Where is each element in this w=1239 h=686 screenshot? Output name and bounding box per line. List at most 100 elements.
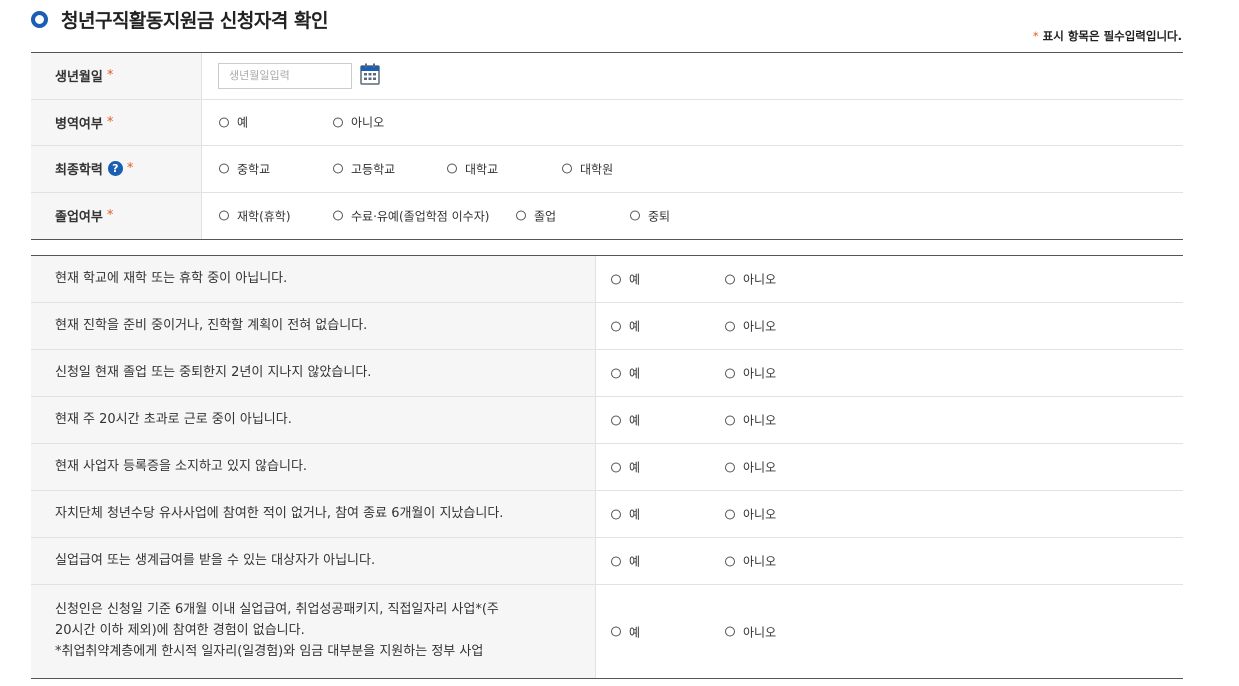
answer-yes-radio[interactable]: 예 bbox=[611, 459, 640, 476]
radio-circle-icon[interactable] bbox=[219, 117, 229, 128]
eligibility-answer-cell: 예 아니오 bbox=[596, 491, 1183, 537]
eligibility-question: 신청인은 신청일 기준 6개월 이내 실업급여, 취업성공패키지, 직접일자리 … bbox=[31, 585, 596, 678]
radio-circle-icon[interactable] bbox=[219, 210, 229, 221]
radio-circle-icon[interactable] bbox=[725, 626, 735, 637]
answer-yes-radio[interactable]: 예 bbox=[611, 318, 640, 335]
birth-label: 생년월일 bbox=[55, 70, 103, 86]
radio-circle-icon[interactable] bbox=[333, 117, 343, 128]
military-yes-radio[interactable]: 예 bbox=[219, 114, 248, 131]
education-label-cell: 최종학력 ? * bbox=[31, 146, 202, 192]
radio-circle-icon[interactable] bbox=[611, 368, 621, 378]
answer-no-radio[interactable]: 아니오 bbox=[725, 412, 776, 429]
radio-circle-icon[interactable] bbox=[447, 163, 457, 174]
help-icon[interactable]: ? bbox=[107, 161, 123, 177]
answer-no-radio[interactable]: 아니오 bbox=[725, 459, 776, 476]
eligibility-question: 실업급여 또는 생계급여를 받을 수 있는 대상자가 아닙니다. bbox=[31, 538, 596, 584]
answer-yes-radio[interactable]: 예 bbox=[611, 553, 640, 570]
radio-circle-icon[interactable] bbox=[611, 626, 621, 637]
graduation-row: 졸업여부 * 재학(휴학) 수료·유예(졸업학점 이수자) 졸업 중퇴 bbox=[31, 192, 1183, 239]
required-note: * 표시 항목은 필수입력입니다. bbox=[1029, 28, 1182, 44]
required-star: * bbox=[106, 208, 114, 224]
birth-date-input[interactable] bbox=[218, 62, 352, 89]
radio-circle-icon[interactable] bbox=[725, 509, 735, 519]
required-star: * bbox=[1032, 29, 1039, 43]
page-title-text: 청년구직활동지원금 신청자격 확인 bbox=[61, 9, 328, 32]
radio-circle-icon[interactable] bbox=[725, 274, 735, 284]
eligibility-row: 신청인은 신청일 기준 6개월 이내 실업급여, 취업성공패키지, 직접일자리 … bbox=[31, 585, 1183, 678]
eligibility-question: 자치단체 청년수당 유사사업에 참여한 적이 없거나, 참여 종료 6개월이 지… bbox=[31, 491, 596, 537]
radio-circle-icon[interactable] bbox=[725, 368, 735, 378]
eligibility-row: 현재 사업자 등록증을 소지하고 있지 않습니다. 예 아니오 bbox=[31, 444, 1183, 491]
radio-circle-icon[interactable] bbox=[611, 321, 621, 331]
answer-yes-radio[interactable]: 예 bbox=[611, 271, 640, 288]
military-options: 예 아니오 bbox=[202, 100, 1183, 146]
radio-circle-icon[interactable] bbox=[611, 509, 621, 519]
radio-circle-icon[interactable] bbox=[333, 163, 343, 174]
required-star: * bbox=[106, 68, 114, 84]
graduation-label: 졸업여부 bbox=[55, 210, 103, 226]
radio-circle-icon[interactable] bbox=[611, 274, 621, 284]
radio-circle-icon[interactable] bbox=[333, 210, 343, 221]
graduation-graduated-radio[interactable]: 졸업 bbox=[516, 207, 556, 224]
radio-circle-icon[interactable] bbox=[725, 556, 735, 566]
education-middle-radio[interactable]: 중학교 bbox=[219, 160, 270, 177]
answer-yes-radio[interactable]: 예 bbox=[611, 623, 640, 640]
eligibility-answer-cell: 예 아니오 bbox=[596, 397, 1183, 443]
radio-circle-icon[interactable] bbox=[630, 210, 640, 221]
graduation-completed-radio[interactable]: 수료·유예(졸업학점 이수자) bbox=[333, 207, 489, 224]
eligibility-answer-cell: 예 아니오 bbox=[596, 350, 1183, 396]
answer-yes-radio[interactable]: 예 bbox=[611, 506, 640, 523]
question-line: 신청인은 신청일 기준 6개월 이내 실업급여, 취업성공패키지, 직접일자리 … bbox=[55, 602, 499, 618]
graduation-enrolled-radio[interactable]: 재학(휴학) bbox=[219, 207, 291, 224]
answer-no-radio[interactable]: 아니오 bbox=[725, 365, 776, 382]
eligibility-row: 신청일 현재 졸업 또는 중퇴한지 2년이 지나지 않았습니다. 예 아니오 bbox=[31, 350, 1183, 397]
education-row: 최종학력 ? * 중학교 고등학교 대학교 대학원 bbox=[31, 146, 1183, 193]
answer-no-radio[interactable]: 아니오 bbox=[725, 506, 776, 523]
graduation-label-cell: 졸업여부 * bbox=[31, 192, 202, 239]
eligibility-row: 현재 학교에 재학 또는 휴학 중이 아닙니다. 예 아니오 bbox=[31, 256, 1183, 303]
question-line: 20시간 이하 제외)에 참여한 경험이 없습니다. bbox=[55, 623, 305, 639]
graduation-dropout-radio[interactable]: 중퇴 bbox=[630, 207, 670, 224]
eligibility-row: 자치단체 청년수당 유사사업에 참여한 적이 없거나, 참여 종료 6개월이 지… bbox=[31, 491, 1183, 538]
answer-no-radio[interactable]: 아니오 bbox=[725, 271, 776, 288]
eligibility-question: 현재 학교에 재학 또는 휴학 중이 아닙니다. bbox=[31, 256, 596, 302]
calendar-icon[interactable] bbox=[360, 63, 380, 85]
education-graduate-radio[interactable]: 대학원 bbox=[562, 160, 613, 177]
title-bullet-icon bbox=[31, 10, 48, 28]
answer-yes-radio[interactable]: 예 bbox=[611, 365, 640, 382]
answer-no-radio[interactable]: 아니오 bbox=[725, 623, 776, 640]
radio-circle-icon[interactable] bbox=[611, 556, 621, 566]
radio-circle-icon[interactable] bbox=[562, 163, 572, 174]
answer-no-radio[interactable]: 아니오 bbox=[725, 553, 776, 570]
eligibility-answer-cell: 예 아니오 bbox=[596, 538, 1183, 584]
education-high-radio[interactable]: 고등학교 bbox=[333, 160, 395, 177]
military-no-radio[interactable]: 아니오 bbox=[333, 114, 384, 131]
answer-no-radio[interactable]: 아니오 bbox=[725, 318, 776, 335]
basic-info-table: 생년월일 * 병역여부 * 예 아니오 bbox=[31, 52, 1183, 240]
eligibility-row: 실업급여 또는 생계급여를 받을 수 있는 대상자가 아닙니다. 예 아니오 bbox=[31, 538, 1183, 585]
radio-circle-icon[interactable] bbox=[611, 462, 621, 472]
eligibility-question: 현재 진학을 준비 중이거나, 진학할 계획이 전혀 없습니다. bbox=[31, 303, 596, 349]
birth-label-cell: 생년월일 * bbox=[31, 53, 202, 99]
radio-circle-icon[interactable] bbox=[725, 415, 735, 425]
education-options: 중학교 고등학교 대학교 대학원 bbox=[202, 146, 1183, 192]
education-university-radio[interactable]: 대학교 bbox=[447, 160, 498, 177]
education-label: 최종학력 bbox=[55, 163, 103, 179]
radio-circle-icon[interactable] bbox=[219, 163, 229, 174]
radio-circle-icon[interactable] bbox=[725, 321, 735, 331]
required-star: * bbox=[126, 161, 134, 177]
radio-circle-icon[interactable] bbox=[725, 462, 735, 472]
eligibility-row: 현재 주 20시간 초과로 근로 중이 아닙니다. 예 아니오 bbox=[31, 397, 1183, 444]
eligibility-answer-cell: 예 아니오 bbox=[596, 585, 1183, 678]
question-footnote: *취업취약계층에게 한시적 일자리(일경험)와 임금 대부분을 지원하는 정부 … bbox=[55, 643, 484, 659]
eligibility-answer-cell: 예 아니오 bbox=[596, 444, 1183, 490]
birth-input-cell bbox=[202, 53, 1183, 99]
eligibility-answer-cell: 예 아니오 bbox=[596, 256, 1183, 302]
eligibility-answer-cell: 예 아니오 bbox=[596, 303, 1183, 349]
military-label: 병역여부 bbox=[55, 116, 103, 132]
eligibility-question: 현재 사업자 등록증을 소지하고 있지 않습니다. bbox=[31, 444, 596, 490]
answer-yes-radio[interactable]: 예 bbox=[611, 412, 640, 429]
radio-circle-icon[interactable] bbox=[516, 210, 526, 221]
eligibility-table: 현재 학교에 재학 또는 휴학 중이 아닙니다. 예 아니오 현재 진학을 준비… bbox=[31, 255, 1183, 679]
radio-circle-icon[interactable] bbox=[611, 415, 621, 425]
